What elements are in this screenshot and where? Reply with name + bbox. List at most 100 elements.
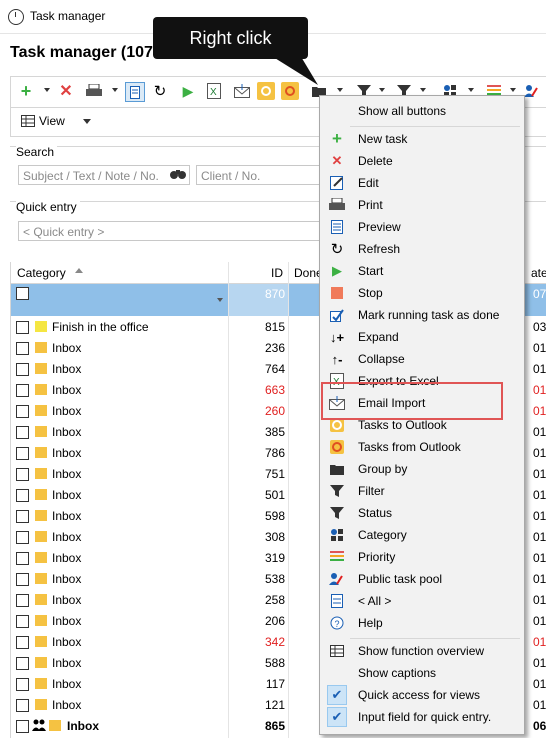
search-subject-input[interactable]: Subject / Text / Note / No. (18, 165, 190, 185)
menu-item-help[interactable]: ? Help (320, 612, 524, 634)
row-checkbox[interactable] (16, 342, 29, 355)
row-checkbox[interactable] (16, 363, 29, 376)
menu-item-label: Show captions (358, 666, 437, 680)
id-cell: 258 (264, 593, 285, 607)
row-checkbox[interactable] (16, 699, 29, 712)
menu-option-show-function-overview[interactable]: Show function overview (320, 640, 524, 662)
id-cell: 786 (264, 446, 285, 460)
row-checkbox[interactable] (16, 720, 29, 733)
row-checkbox[interactable] (16, 615, 29, 628)
row-checkbox[interactable] (16, 426, 29, 439)
menu-item-collapse[interactable]: ↑- Collapse (320, 348, 524, 370)
menu-item-print[interactable]: Print (320, 194, 524, 216)
menu-item-stop[interactable]: Stop (320, 282, 524, 304)
all-icon (329, 593, 345, 609)
chevron-down-icon[interactable] (420, 88, 426, 92)
status-filter-icon (329, 505, 345, 521)
menu-item-label: Show all buttons (358, 104, 447, 118)
column-header-category[interactable]: Category (17, 266, 66, 280)
created-cell: 01.20 (533, 572, 546, 586)
email-import-icon[interactable] (233, 82, 251, 100)
public-pool-icon (329, 571, 345, 587)
row-checkbox[interactable] (16, 552, 29, 565)
row-checkbox[interactable] (16, 447, 29, 460)
menu-item-label: Stop (358, 286, 383, 300)
menu-item-expand[interactable]: ↓+ Expand (320, 326, 524, 348)
chevron-down-icon[interactable] (337, 88, 343, 92)
column-header-created[interactable]: ated (531, 266, 546, 280)
row-checkbox[interactable] (16, 405, 29, 418)
created-cell: 01.20 (533, 698, 546, 712)
menu-item-mark-running-task-as-done[interactable]: Mark running task as done (320, 304, 524, 326)
menu-item-label: Delete (358, 154, 393, 168)
column-header-id[interactable]: ID (271, 266, 283, 280)
search-client-input[interactable]: Client / No. (196, 165, 324, 185)
start-play-icon[interactable]: ▶ (179, 82, 197, 100)
menu-item-label: Refresh (358, 242, 401, 256)
binoculars-icon[interactable] (170, 168, 186, 183)
row-checkbox[interactable] (16, 489, 29, 502)
folder-icon (35, 447, 47, 458)
menu-item-delete[interactable]: ✕ Delete (320, 150, 524, 172)
menu-item-new-task[interactable]: + New task (320, 128, 524, 150)
row-checkbox[interactable] (16, 287, 29, 300)
row-checkbox[interactable] (16, 384, 29, 397)
created-cell: 01.20 (533, 509, 546, 523)
menu-separator (350, 126, 520, 127)
right-click-callout: Right click (153, 17, 308, 59)
menu-item-public-task-pool[interactable]: Public task pool (320, 568, 524, 590)
row-checkbox[interactable] (16, 531, 29, 544)
menu-item-tasks-from-outlook[interactable]: Tasks from Outlook (320, 436, 524, 458)
row-checkbox[interactable] (16, 657, 29, 670)
priority-icon (329, 549, 345, 565)
row-checkbox[interactable] (16, 510, 29, 523)
row-checkbox[interactable] (16, 594, 29, 607)
menu-item-label: Priority (358, 550, 396, 564)
new-task-icon[interactable]: + (17, 81, 35, 101)
excel-icon[interactable]: X (205, 82, 223, 100)
delete-icon[interactable]: ✕ (57, 82, 75, 100)
id-cell: 588 (264, 656, 285, 670)
menu-item-filter[interactable]: Filter (320, 480, 524, 502)
row-checkbox[interactable] (16, 321, 29, 334)
menu-option-quick-access-for-views[interactable]: ✔ Quick access for views (320, 684, 524, 706)
row-checkbox[interactable] (16, 678, 29, 691)
row-checkbox[interactable] (16, 636, 29, 649)
expand-icon: ↓+ (329, 329, 345, 345)
chevron-down-icon[interactable] (217, 298, 223, 302)
chevron-down-icon[interactable] (468, 88, 474, 92)
folder-icon (35, 594, 47, 605)
quick-entry-input[interactable]: < Quick entry > (18, 221, 324, 241)
id-cell: 236 (264, 341, 285, 355)
view-grid-icon (21, 115, 35, 127)
refresh-icon[interactable]: ↻ (151, 82, 169, 100)
menu-item-start[interactable]: ▶ Start (320, 260, 524, 282)
preview-icon[interactable] (125, 82, 145, 102)
mark-done-icon (329, 307, 345, 323)
row-checkbox[interactable] (16, 468, 29, 481)
chevron-down-icon[interactable] (44, 88, 50, 92)
chevron-down-icon[interactable] (379, 88, 385, 92)
folder-icon (35, 321, 47, 332)
menu-option-input-field-for-quick-entry[interactable]: ✔ Input field for quick entry. (320, 706, 524, 728)
menu-option-show-captions[interactable]: Show captions (320, 662, 524, 684)
chevron-down-icon[interactable] (510, 88, 516, 92)
menu-item-edit[interactable]: Edit (320, 172, 524, 194)
menu-item-priority[interactable]: Priority (320, 546, 524, 568)
row-checkbox[interactable] (16, 573, 29, 586)
menu-item-status[interactable]: Status (320, 502, 524, 524)
public-pool-icon[interactable] (523, 82, 541, 100)
chevron-down-icon[interactable] (112, 88, 118, 92)
menu-item-preview[interactable]: Preview (320, 216, 524, 238)
menu-item-label: < All > (358, 594, 392, 608)
view-button[interactable]: View (21, 111, 91, 131)
id-cell: 308 (264, 530, 285, 544)
menu-item-label: Print (358, 198, 383, 212)
print-icon[interactable] (85, 82, 103, 100)
folder-icon (35, 342, 47, 353)
menu-item-group-by[interactable]: Group by (320, 458, 524, 480)
menu-item-show-all-buttons[interactable]: Show all buttons (320, 100, 524, 122)
menu-item-all[interactable]: < All > (320, 590, 524, 612)
menu-item-refresh[interactable]: ↻ Refresh (320, 238, 524, 260)
menu-item-category[interactable]: Category (320, 524, 524, 546)
